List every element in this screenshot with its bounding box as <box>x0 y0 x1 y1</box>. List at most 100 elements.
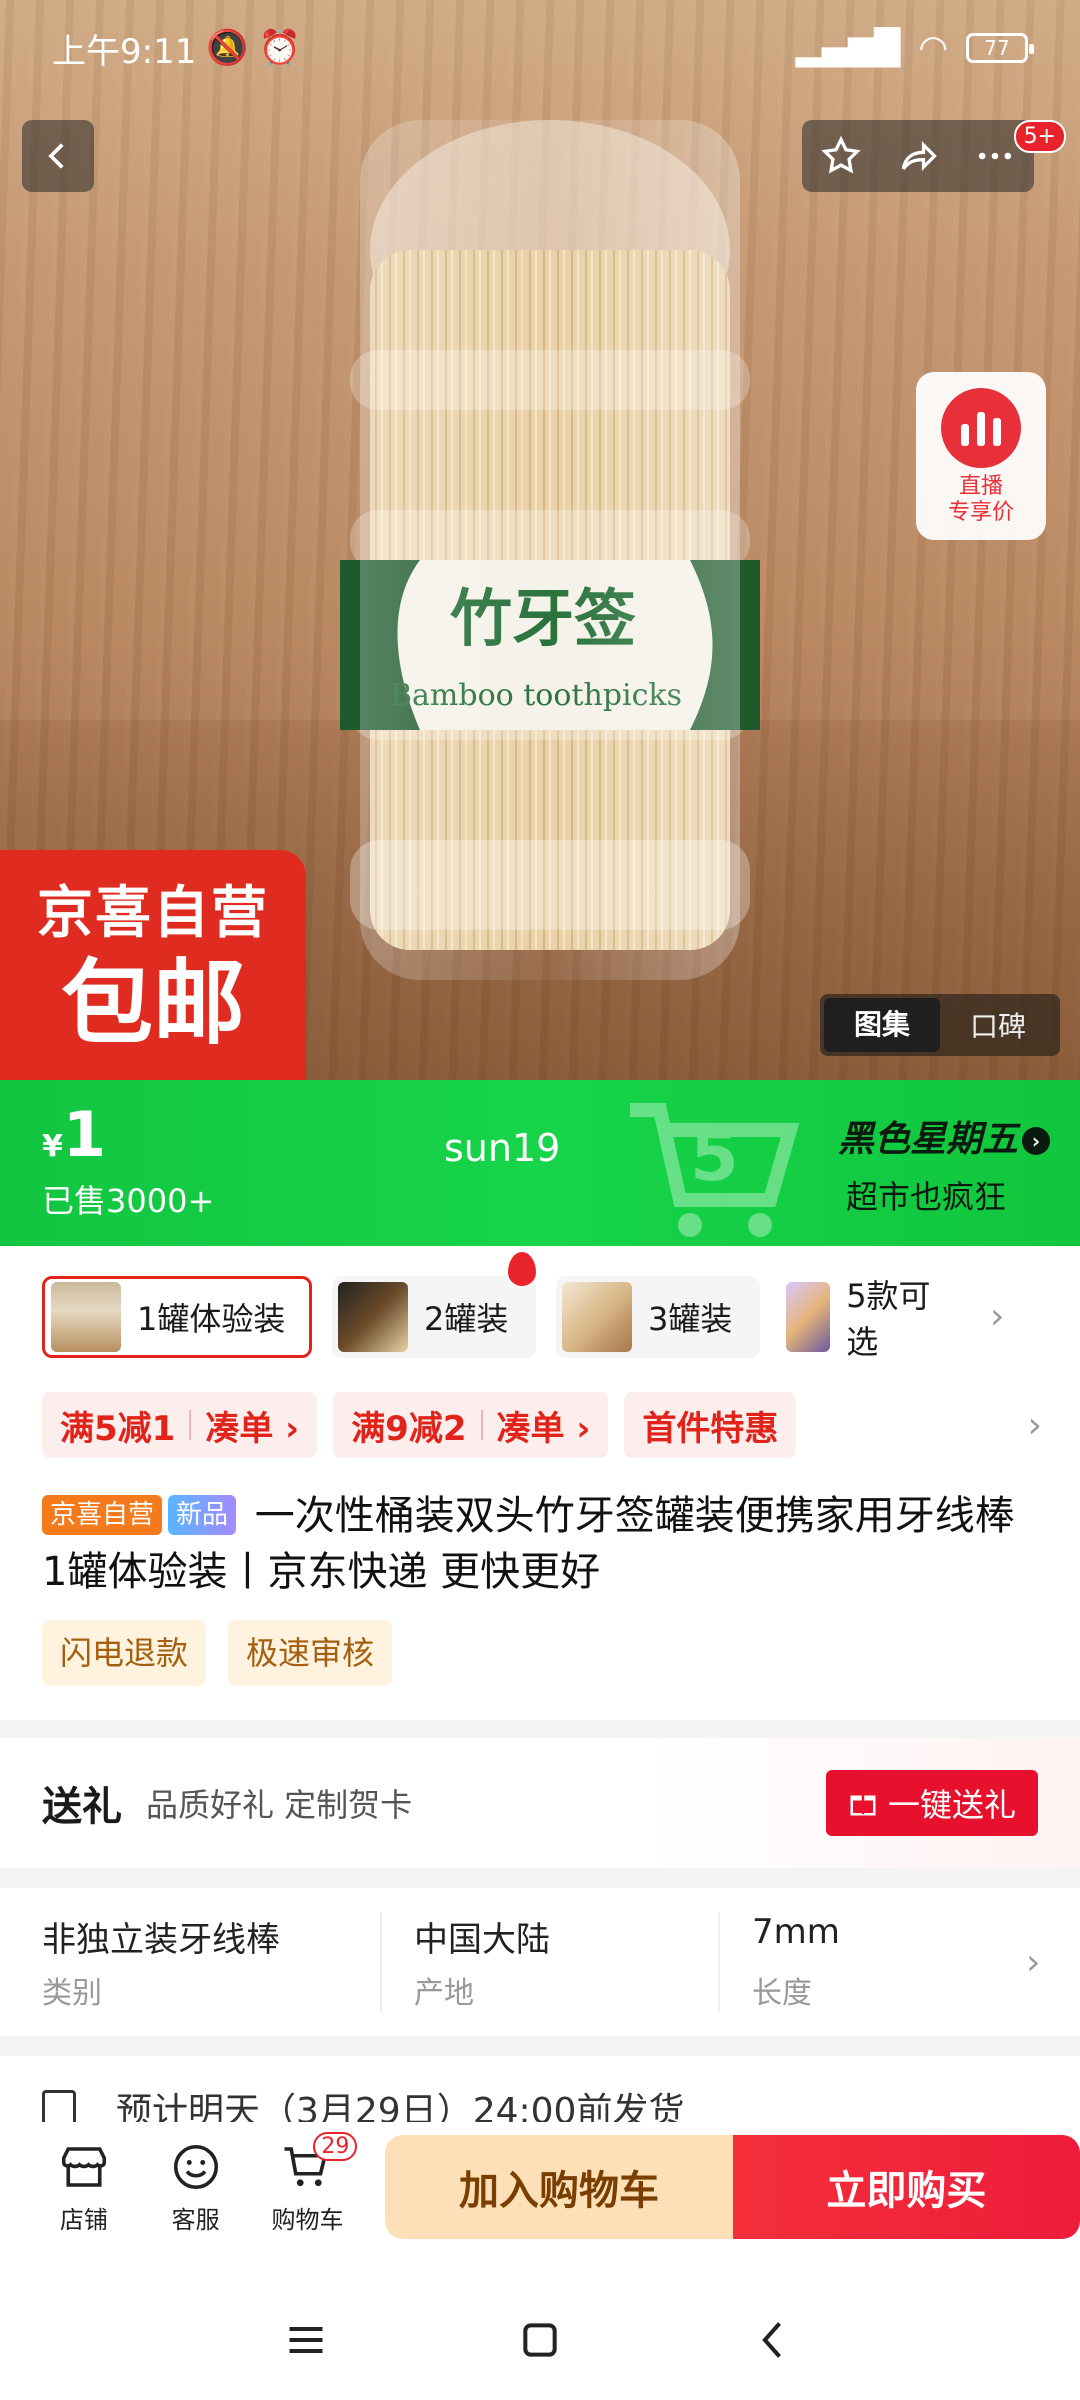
wifi-icon: ◠ <box>918 28 948 68</box>
promo-line1: 京喜自营 <box>37 881 269 946</box>
spec-value: 7mm <box>752 1912 840 1952</box>
coupon-action: 凑单 › <box>496 1408 591 1449</box>
variant-label: 1罐体验装 <box>137 1300 286 1338</box>
battery-icon: 77 <box>966 33 1034 63</box>
bottom-action-bar: 店铺 客服 购物车 29 加入购物车 立即购买 <box>0 2122 1080 2252</box>
price-banner: ¥1 已售3000+ sun19 5 黑色星期五 › 超市也疯狂 <box>0 1080 1080 1246</box>
live-icon <box>941 388 1021 468</box>
divider <box>0 2036 1080 2056</box>
coupon-row: 满5减1 凑单 › 满9减2 凑单 › 首件特惠 › <box>42 1390 1042 1460</box>
coupon-action: 凑单 › <box>205 1408 300 1449</box>
chevron-left-icon <box>48 143 64 169</box>
gift-subtitle: 品质好礼 定制贺卡 <box>146 1786 413 1824</box>
variant-label: 2罐装 <box>424 1300 509 1338</box>
spec-value: 非独立装牙线棒 <box>42 1920 280 1960</box>
signal-icon: ▂▄▆█ <box>795 28 901 68</box>
favorite-star-icon[interactable] <box>819 134 863 178</box>
service-chip: 闪电退款 <box>42 1620 207 1686</box>
tab-reviews[interactable]: 口碑 <box>940 1005 1056 1045</box>
event-title: 黑色星期五 <box>837 1119 1018 1160</box>
divider <box>0 1720 1080 1738</box>
cart-label: 购物车 <box>271 2205 344 2234</box>
gift-row: 送礼 品质好礼 定制贺卡 一键送礼 <box>0 1738 1080 1868</box>
variant-label: 3罐装 <box>648 1300 733 1338</box>
status-bar: 上午9:11 🔕 ⏰ ▂▄▆█ ◠ 77 <box>0 0 1080 96</box>
tab-gallery[interactable]: 图集 <box>824 998 940 1052</box>
hot-flame-icon <box>508 1252 536 1286</box>
share-icon[interactable] <box>896 134 940 178</box>
variant-option[interactable]: 3罐装 <box>556 1276 760 1358</box>
event-subtitle: 超市也疯狂 <box>845 1178 1006 1216</box>
spec-key: 产地 <box>414 1976 474 2011</box>
variant-label: 5款可选 <box>846 1277 931 1361</box>
header-actions <box>802 120 1034 192</box>
variant-option[interactable]: 1罐体验装 <box>42 1276 312 1358</box>
promo-line2: 包邮 <box>60 950 245 1057</box>
coupon[interactable]: 满5减1 凑单 › <box>42 1392 318 1458</box>
variant-thumbnail <box>786 1282 831 1352</box>
chevron-right-icon[interactable]: › <box>1028 1405 1042 1446</box>
coupon[interactable]: 满9减2 凑单 › <box>333 1392 609 1458</box>
back-button[interactable] <box>22 120 94 192</box>
chevron-right-icon[interactable]: › <box>990 1276 1004 1362</box>
coupon[interactable]: 首件特惠 <box>624 1392 797 1458</box>
coupon-label: 满9减2 <box>351 1408 467 1449</box>
send-gift-label: 一键送礼 <box>887 1786 1016 1824</box>
svg-text:5: 5 <box>690 1115 739 1197</box>
variant-option[interactable]: 5款可选 <box>780 1276 970 1361</box>
chevron-right-icon: › <box>1026 1941 1041 1983</box>
coupon-label: 首件特惠 <box>642 1408 779 1449</box>
cart-watermark-icon: 5 <box>630 1103 800 1237</box>
self-operated-tag: 京喜自营 <box>42 1495 163 1535</box>
add-to-cart-button[interactable]: 加入购物车 <box>385 2135 733 2239</box>
live-stream-button[interactable]: 直播 专享价 <box>916 372 1046 540</box>
home-square-icon[interactable] <box>518 2318 562 2362</box>
service-label: 客服 <box>171 2205 220 2234</box>
sold-count: 已售3000+ <box>42 1182 215 1220</box>
buy-now-button[interactable]: 立即购买 <box>732 2135 1080 2239</box>
spec-value: 中国大陆 <box>414 1920 550 1960</box>
spec-key: 长度 <box>752 1976 812 2011</box>
gift-icon <box>850 1795 876 1816</box>
system-nav-bar <box>0 2280 1080 2400</box>
price: ¥1 <box>42 1098 106 1171</box>
live-label-line2: 专享价 <box>947 500 1014 525</box>
divider <box>0 1868 1080 1888</box>
customer-service-button[interactable]: 客服 <box>140 2140 252 2235</box>
delivery-row[interactable]: 预计明天（3月29日）24:00前发货 <box>42 2082 1042 2122</box>
gift-heading: 送礼 <box>42 1784 122 1830</box>
live-label-line1: 直播 <box>958 474 1003 499</box>
delivery-text: 预计明天（3月29日）24:00前发货 <box>116 2091 685 2122</box>
coupon-label: 满5减1 <box>60 1408 176 1449</box>
send-gift-button[interactable]: 一键送礼 <box>825 1770 1038 1836</box>
document-icon <box>42 2090 76 2122</box>
new-tag: 新品 <box>168 1495 237 1535</box>
live-label: 直播 专享价 <box>948 474 1014 526</box>
chevron-right-icon: › <box>1022 1127 1050 1155</box>
menu-icon[interactable] <box>284 2318 328 2362</box>
variant-thumbnail <box>338 1282 408 1352</box>
shop-label: 店铺 <box>59 2205 108 2234</box>
variant-thumbnail <box>51 1282 121 1352</box>
spec-key: 类别 <box>42 1976 102 2011</box>
back-arrow-icon[interactable] <box>752 2318 796 2362</box>
spec-row[interactable]: 非独立装牙线棒 类别 中国大陆 产地 7mm 长度 › <box>0 1888 1080 2036</box>
promo-badge: 京喜自营 包邮 <box>0 850 306 1080</box>
alarm-icon: ⏰ <box>258 28 302 68</box>
shop-button[interactable]: 店铺 <box>28 2140 140 2235</box>
event-link[interactable]: 黑色星期五 › <box>838 1110 1050 1162</box>
more-icon[interactable] <box>973 134 1017 178</box>
gallery-tabs: 图集 口碑 <box>820 994 1060 1056</box>
price-value: 1 <box>62 1098 107 1171</box>
spec-item: 中国大陆 产地 <box>380 1912 718 2012</box>
product-title: 京喜自营 新品 一次性桶装双头竹牙签罐装便携家用牙线棒 1罐体验装丨京东快递 更快… <box>42 1488 1042 1600</box>
service-chips: 闪电退款 极速审核 <box>42 1620 393 1686</box>
smile-chat-icon <box>173 2144 218 2189</box>
service-chip: 极速审核 <box>228 1620 393 1686</box>
variant-selector: 1罐体验装 2罐装 3罐装 5款可选 › <box>42 1252 1042 1362</box>
spec-item: 7mm 长度 <box>718 1912 1056 2012</box>
variant-option[interactable]: 2罐装 <box>332 1252 536 1358</box>
cart-count-badge: 29 <box>313 2131 358 2161</box>
cart-button[interactable]: 购物车 29 <box>252 2131 364 2235</box>
status-time: 上午9:11 <box>52 31 197 72</box>
